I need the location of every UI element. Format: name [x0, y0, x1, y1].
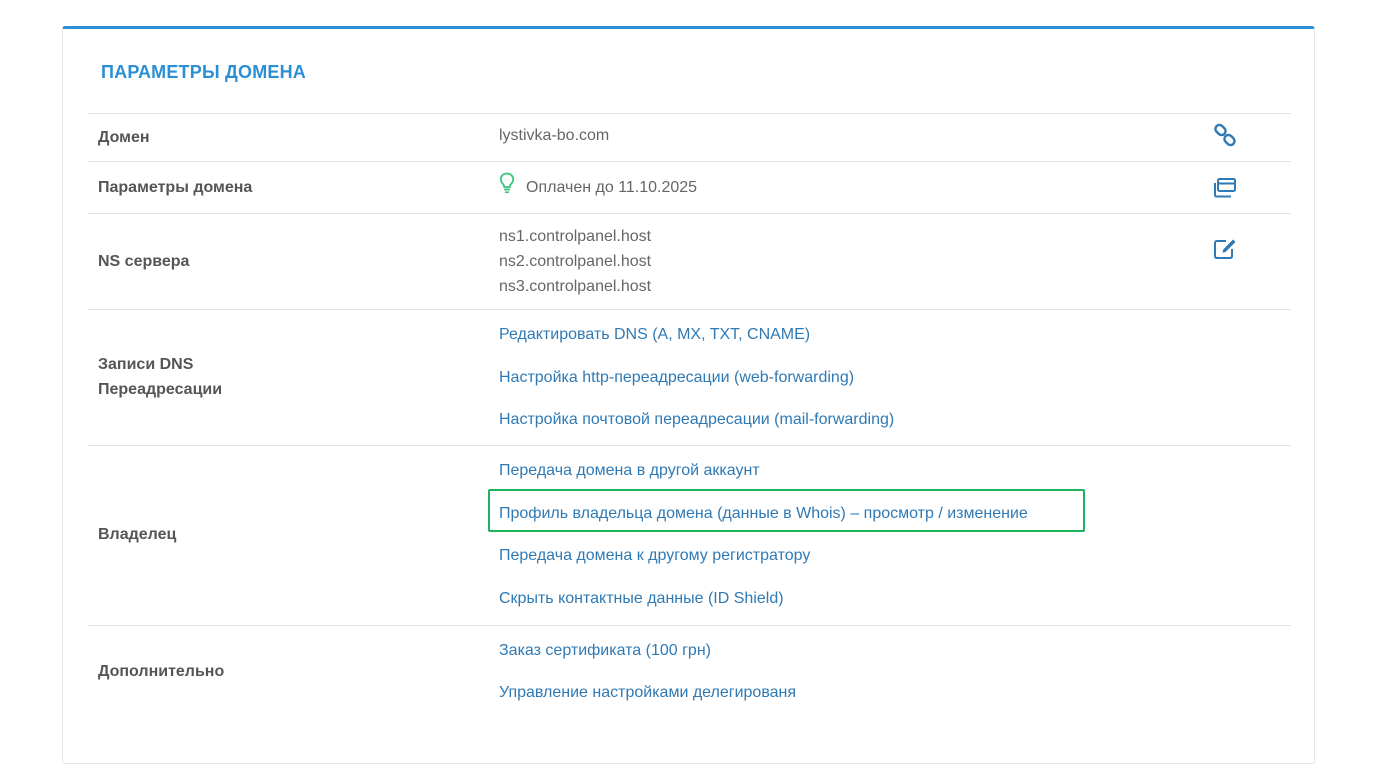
- row-label-ns: NS сервера: [98, 253, 190, 270]
- cards-icon[interactable]: [1211, 174, 1239, 202]
- transfer-to-account-link[interactable]: Передача домена в другой аккаунт: [499, 458, 760, 483]
- lightbulb-icon: [499, 172, 515, 194]
- row-ns-servers: NS сервера ns1.controlpanel.host ns2.con…: [88, 213, 1291, 309]
- transfer-to-registrar-link[interactable]: Передача домена к другому регистратору: [499, 543, 810, 568]
- row-owner: Владелец Передача домена в другой аккаун…: [88, 445, 1291, 625]
- owner-profile-wrapper: Профиль владельца домена (данные в Whois…: [88, 489, 1291, 535]
- row-label-dns-1: Записи DNS: [98, 356, 194, 373]
- row-extra: Дополнительно Заказ сертификата (100 грн…: [88, 625, 1291, 725]
- row-label-params: Параметры домена: [98, 179, 253, 196]
- link-icon[interactable]: [1211, 122, 1239, 150]
- row-label-domain: Домен: [98, 129, 150, 146]
- row-domain: Домен lystivka-bo.com: [88, 113, 1291, 161]
- row-domain-params: Параметры домена Оплачен до 11.10.2025: [88, 161, 1291, 213]
- row-dns-records: Записи DNS Переадресации Редактировать D…: [88, 309, 1291, 445]
- domain-params-panel: ПАРАМЕТРЫ ДОМЕНА Домен lystivka-bo.com П…: [62, 26, 1315, 764]
- panel-title: ПАРАМЕТРЫ ДОМЕНА: [101, 62, 307, 82]
- id-shield-link[interactable]: Скрыть контактные данные (ID Shield): [499, 586, 784, 611]
- ns-server-2: ns2.controlpanel.host: [499, 253, 652, 270]
- owner-profile-whois-link[interactable]: Профиль владельца домена (данные в Whois…: [499, 501, 1028, 526]
- order-certificate-link[interactable]: Заказ сертификата (100 грн): [499, 638, 711, 663]
- ns-server-1: ns1.controlpanel.host: [499, 228, 652, 245]
- row-label-extra: Дополнительно: [98, 663, 225, 680]
- domain-name-value: lystivka-bo.com: [499, 127, 610, 144]
- delegation-settings-link[interactable]: Управление настройками делегированя: [499, 680, 796, 705]
- paid-until-status: Оплачен до 11.10.2025: [526, 179, 698, 196]
- edit-icon[interactable]: [1211, 235, 1239, 263]
- edit-dns-link[interactable]: Редактировать DNS (A, MX, TXT, CNAME): [499, 322, 810, 347]
- http-forwarding-link[interactable]: Настройка http-переадресации (web-forwar…: [499, 365, 854, 390]
- ns-server-3: ns3.controlpanel.host: [499, 278, 652, 295]
- mail-forwarding-link[interactable]: Настройка почтовой переадресации (mail-f…: [499, 407, 894, 432]
- row-label-dns-2: Переадресации: [98, 381, 223, 398]
